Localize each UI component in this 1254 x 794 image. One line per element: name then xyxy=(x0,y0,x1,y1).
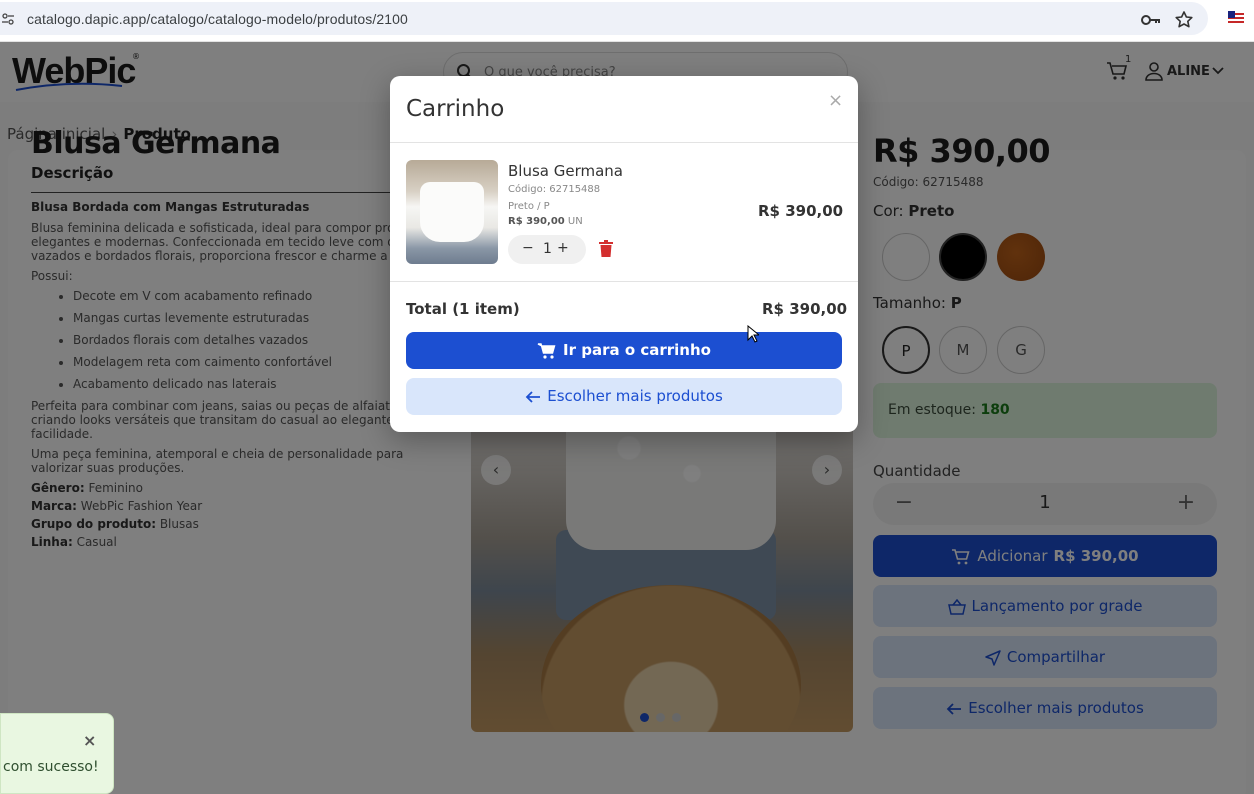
unit-price: R$ 390,00 xyxy=(508,216,565,227)
modal-close-button[interactable]: × xyxy=(828,90,843,111)
toast-message: com sucesso! xyxy=(3,759,99,775)
cart-total-label: Total (1 item) xyxy=(406,300,520,318)
bookmark-star-icon[interactable] xyxy=(1174,10,1194,30)
extension-flag-icon[interactable] xyxy=(1228,11,1244,25)
thumbnail-shirt xyxy=(420,182,484,242)
url-text[interactable]: catalogo.dapic.app/catalogo/catalogo-mod… xyxy=(27,11,408,27)
cart-qty-increase-button[interactable]: + xyxy=(557,240,569,256)
trash-icon[interactable] xyxy=(598,240,614,258)
cart-item-name: Blusa Germana xyxy=(508,162,623,180)
choose-more-label: Escolher mais produtos xyxy=(547,387,723,405)
success-toast: × com sucesso! xyxy=(0,713,114,794)
choose-more-products-modal-button[interactable]: Escolher mais produtos xyxy=(406,378,842,415)
cart-qty-decrease-button[interactable]: − xyxy=(522,240,534,256)
cart-item-thumbnail xyxy=(406,160,498,264)
arrow-left-icon xyxy=(525,390,541,403)
modal-title: Carrinho xyxy=(406,96,505,122)
cart-item-price: R$ 390,00 xyxy=(758,202,844,220)
key-icon[interactable] xyxy=(1140,11,1160,29)
unit-label: UN xyxy=(567,216,583,227)
cart-item-unit-price: R$ 390,00 UN xyxy=(508,216,583,227)
modal-divider xyxy=(390,142,858,143)
cart-item-code: Código: 62715488 xyxy=(508,184,601,195)
cart-item-quantity-stepper: − 1 + xyxy=(508,235,586,264)
cart-icon xyxy=(537,342,556,359)
cart-total-value: R$ 390,00 xyxy=(762,300,848,318)
go-to-cart-button[interactable]: Ir para o carrinho xyxy=(406,332,842,369)
cart-modal: Carrinho × Blusa Germana Código: 6271548… xyxy=(390,76,858,432)
cart-item-variant: Preto / P xyxy=(508,201,550,212)
go-to-cart-label: Ir para o carrinho xyxy=(563,341,711,359)
toast-close-button[interactable]: × xyxy=(83,731,96,750)
browser-toolbar: catalogo.dapic.app/catalogo/catalogo-mod… xyxy=(0,0,1254,42)
address-bar[interactable]: catalogo.dapic.app/catalogo/catalogo-mod… xyxy=(0,2,1208,35)
site-info-icon[interactable] xyxy=(2,13,14,25)
mouse-cursor-icon xyxy=(747,325,759,343)
modal-divider xyxy=(390,281,858,282)
cart-qty-value: 1 xyxy=(543,241,552,257)
